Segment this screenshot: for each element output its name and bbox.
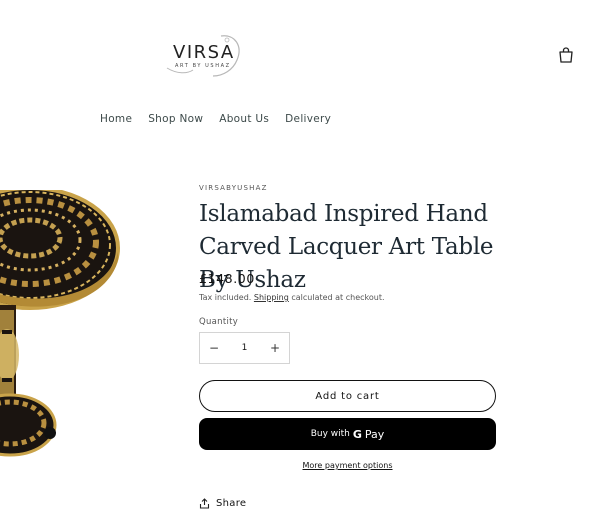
brand-logo[interactable]: VIRSA ART BY USHAZ <box>163 30 245 80</box>
product-info: VIRSABYUSHAZ Islamabad Inspired Hand Car… <box>199 184 499 509</box>
product-image[interactable] <box>0 190 130 475</box>
share-icon <box>199 498 210 509</box>
site-header: VIRSA ART BY USHAZ <box>0 0 597 110</box>
quantity-input[interactable] <box>229 343 260 353</box>
nav-item-shop-now[interactable]: Shop Now <box>148 113 203 125</box>
table-image <box>0 190 120 457</box>
share-label: Share <box>216 498 247 509</box>
product-vendor: VIRSABYUSHAZ <box>199 184 268 192</box>
logo-text: VIRSA <box>173 42 235 63</box>
pay-label: Pay <box>364 427 385 441</box>
cart-icon[interactable] <box>557 46 575 64</box>
add-to-cart-button[interactable]: Add to cart <box>199 380 496 412</box>
google-g-icon: G <box>352 427 362 441</box>
nav-item-delivery[interactable]: Delivery <box>285 113 331 125</box>
quantity-stepper: − + <box>199 332 290 364</box>
tax-suffix: calculated at checkout. <box>291 293 385 302</box>
main-nav: Home Shop Now About Us Delivery <box>100 113 347 125</box>
shipping-link[interactable]: Shipping <box>254 293 289 302</box>
more-payment-options-link[interactable]: More payment options <box>199 461 496 470</box>
increase-quantity-button[interactable]: + <box>261 333 289 363</box>
quantity-label: Quantity <box>199 317 239 327</box>
nav-item-about-us[interactable]: About Us <box>219 113 269 125</box>
tax-note: Tax included. Shipping calculated at che… <box>199 293 385 302</box>
tax-prefix: Tax included. <box>199 293 252 302</box>
product-price: £148.00 <box>199 271 255 286</box>
google-pay-button[interactable]: Buy with G Pay <box>199 418 496 450</box>
logo-subtext: ART BY USHAZ <box>175 63 231 69</box>
share-button[interactable]: Share <box>199 498 246 509</box>
nav-item-home[interactable]: Home <box>100 113 132 125</box>
buy-with-label: Buy with <box>310 429 350 439</box>
decrease-quantity-button[interactable]: − <box>200 333 228 363</box>
